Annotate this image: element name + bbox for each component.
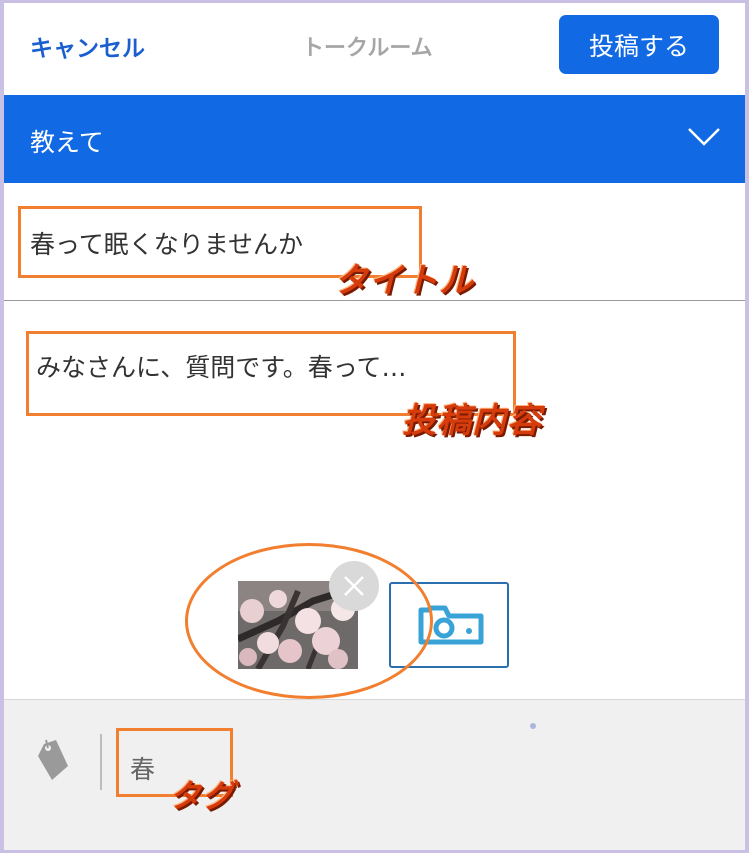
page-title: トークルーム — [302, 36, 433, 61]
chevron-down-icon — [688, 128, 720, 146]
tag-icon — [38, 739, 68, 780]
compose-screen: キャンセル トークルーム 投稿する 教えて 春って眠くなりませんか みなさんに、… — [4, 3, 745, 850]
body-annotation-label: 投稿内容 — [402, 401, 542, 441]
header: キャンセル トークルーム 投稿する — [4, 3, 745, 95]
tag-divider — [100, 734, 102, 790]
indicator-dot — [530, 723, 536, 729]
category-label: 教えて — [30, 128, 104, 157]
category-selector[interactable]: 教えて — [4, 95, 745, 183]
title-annotation-label: タイトル — [334, 261, 474, 301]
tag-annotation-label: タグ — [169, 777, 236, 815]
cancel-button[interactable]: キャンセル — [30, 29, 145, 63]
photo-annotation-circle — [185, 543, 433, 699]
post-button[interactable]: 投稿する — [559, 15, 719, 74]
